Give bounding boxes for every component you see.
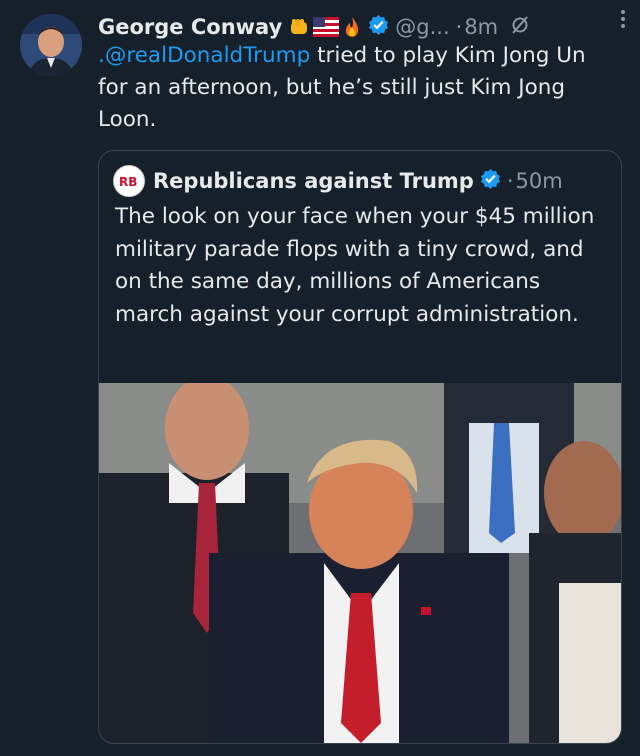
quote-avatar[interactable]: RB: [113, 165, 145, 197]
us-flag-emoji: [313, 17, 340, 37]
tweet-text: .@realDonaldTrump tried to play Kim Jong…: [98, 40, 618, 136]
quoted-tweet[interactable]: RB Republicans against Trump · 50m The l…: [98, 150, 622, 744]
fist-emoji: [291, 19, 308, 34]
quote-photo[interactable]: [99, 376, 621, 743]
author-handle[interactable]: @g...: [395, 15, 449, 39]
verified-badge-icon: [368, 14, 389, 40]
grok-icon[interactable]: [510, 15, 530, 40]
tweet-time[interactable]: 8m: [464, 15, 498, 39]
name-emojis: [288, 16, 362, 38]
quote-header: RB Republicans against Trump · 50m: [113, 165, 563, 197]
author-name[interactable]: George Conway: [98, 15, 282, 39]
fire-emoji: [346, 17, 359, 37]
quote-time[interactable]: 50m: [516, 169, 563, 193]
more-icon[interactable]: [620, 8, 626, 36]
verified-badge-icon: [480, 168, 501, 194]
separator-dot: ·: [455, 15, 463, 39]
quote-separator-dot: ·: [506, 169, 514, 193]
quote-avatar-letters: RB: [119, 175, 137, 189]
quote-author-name[interactable]: Republicans against Trump: [153, 169, 474, 193]
quote-text: The look on your face when your $45 mill…: [115, 204, 595, 327]
author-avatar[interactable]: [20, 14, 82, 76]
mention-link[interactable]: .@realDonaldTrump: [98, 43, 310, 68]
